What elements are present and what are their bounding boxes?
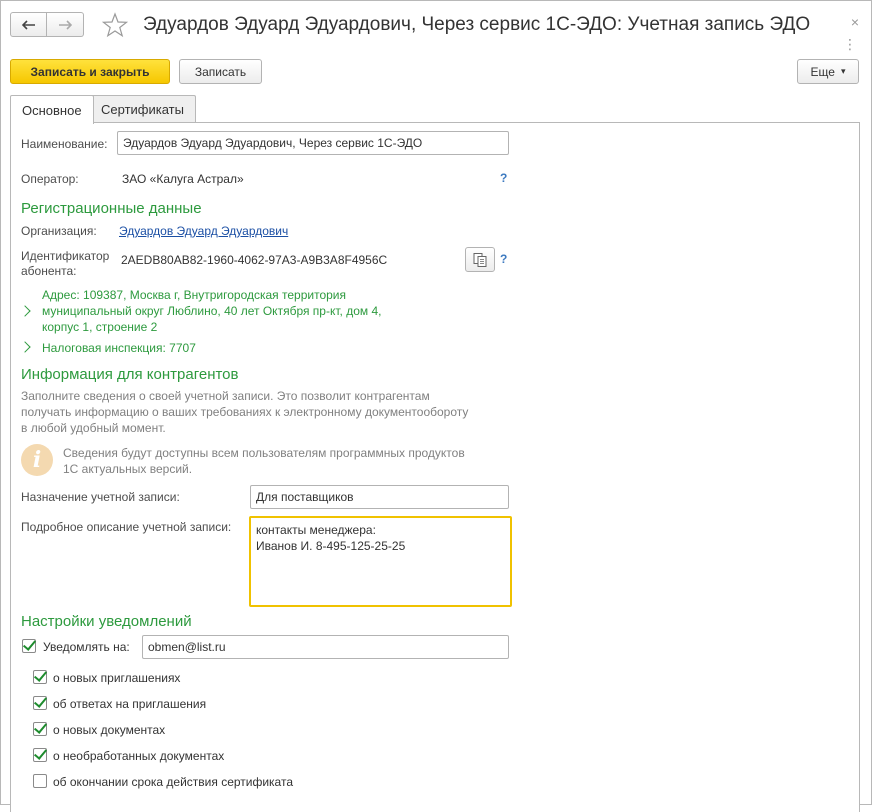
notify-checkbox[interactable] xyxy=(22,639,36,653)
name-field[interactable]: Эдуардов Эдуард Эдуардович, Через сервис… xyxy=(117,131,509,155)
option-label: о необработанных документах xyxy=(53,749,225,763)
subscriber-help-icon[interactable]: ? xyxy=(500,252,507,266)
registration-heading: Регистрационные данные xyxy=(21,200,202,217)
notice-line: Сведения будут доступны всем пользовател… xyxy=(63,446,465,460)
more-actions-button[interactable]: Еще ▾ xyxy=(797,59,859,84)
subscriber-label-line1: Идентификатор xyxy=(21,249,110,263)
tab-main[interactable]: Основное xyxy=(10,95,94,124)
option-checkbox-new-documents[interactable] xyxy=(33,722,47,736)
organization-link[interactable]: Эдуардов Эдуард Эдуардович xyxy=(119,224,288,238)
option-label: об окончании срока действия сертификата xyxy=(53,775,294,789)
notify-email-field[interactable]: obmen@list.ru xyxy=(142,635,509,659)
organization-label: Организация: xyxy=(21,224,97,238)
option-checkbox-new-invitations[interactable] xyxy=(33,670,47,684)
option-checkbox-unprocessed-documents[interactable] xyxy=(33,748,47,762)
back-button[interactable] xyxy=(10,12,47,37)
tab-certificates[interactable]: Сертификаты xyxy=(89,95,196,123)
option-label: о новых приглашениях xyxy=(53,671,181,685)
notifications-heading: Настройки уведомлений xyxy=(21,613,192,630)
chevron-down-icon: ▾ xyxy=(840,66,846,76)
availability-notice: Сведения будут доступны всем пользовател… xyxy=(63,445,465,477)
copy-button[interactable] xyxy=(465,247,495,272)
subscriber-label-line2: абонента: xyxy=(21,264,77,278)
operator-label: Оператор: xyxy=(21,172,79,186)
navigation-buttons xyxy=(10,12,84,37)
address-line: Адрес: 109387, Москва г, Внутригородская… xyxy=(42,288,347,302)
forward-button[interactable] xyxy=(47,12,84,37)
back-arrow-icon xyxy=(21,19,35,30)
save-button[interactable]: Записать xyxy=(179,59,262,84)
copy-icon xyxy=(473,252,487,267)
form-window: Эдуардов Эдуард Эдуардович, Через сервис… xyxy=(0,0,872,812)
description-line: получать информацию о ваших требованиях … xyxy=(21,405,469,419)
description-line: Заполните сведения о своей учетной запис… xyxy=(21,389,430,403)
operator-value: ЗАО «Калуга Астрал» xyxy=(122,172,244,186)
star-icon[interactable] xyxy=(102,12,128,38)
option-checkbox-invitation-responses[interactable] xyxy=(33,696,47,710)
option-checkbox-certificate-expiry[interactable] xyxy=(33,774,47,788)
description-line: в любой удобный момент. xyxy=(21,421,166,435)
notice-line: 1С актуальных версий. xyxy=(63,462,193,476)
window-title: Эдуардов Эдуард Эдуардович, Через сервис… xyxy=(143,14,811,35)
detail-description-label: Подробное описание учетной записи: xyxy=(21,520,232,534)
forward-arrow-icon xyxy=(59,19,72,30)
info-icon: i xyxy=(21,444,53,476)
purpose-field[interactable]: Для поставщиков xyxy=(250,485,509,509)
help-icon[interactable]: ? xyxy=(500,171,507,185)
save-and-close-button[interactable]: Записать и закрыть xyxy=(10,59,170,84)
address-text[interactable]: Адрес: 109387, Москва г, Внутригородская… xyxy=(42,287,381,335)
close-icon[interactable]: × xyxy=(851,14,859,30)
subscriber-id-value: 2AEDB80AB82-1960-4062-97A3-A9B3A8F4956C xyxy=(121,253,388,267)
purpose-label: Назначение учетной записи: xyxy=(21,490,180,504)
option-label: об ответах на приглашения xyxy=(53,697,207,711)
detail-description-textarea[interactable]: контакты менеджера: Иванов И. 8-495-125-… xyxy=(249,516,512,607)
address-line: корпус 1, строение 2 xyxy=(42,320,158,334)
more-actions-label: Еще xyxy=(810,64,835,79)
more-icon[interactable]: ⋮ xyxy=(843,37,857,51)
counterparty-heading: Информация для контрагентов xyxy=(21,366,239,383)
option-label: о новых документах xyxy=(53,723,166,737)
notify-label: Уведомлять на: xyxy=(43,640,130,654)
counterparty-description: Заполните сведения о своей учетной запис… xyxy=(21,388,468,436)
tax-office-text[interactable]: Налоговая инспекция: 7707 xyxy=(42,340,196,356)
address-line: муниципальный округ Люблино, 40 лет Октя… xyxy=(42,304,382,318)
name-label: Наименование: xyxy=(21,137,108,151)
